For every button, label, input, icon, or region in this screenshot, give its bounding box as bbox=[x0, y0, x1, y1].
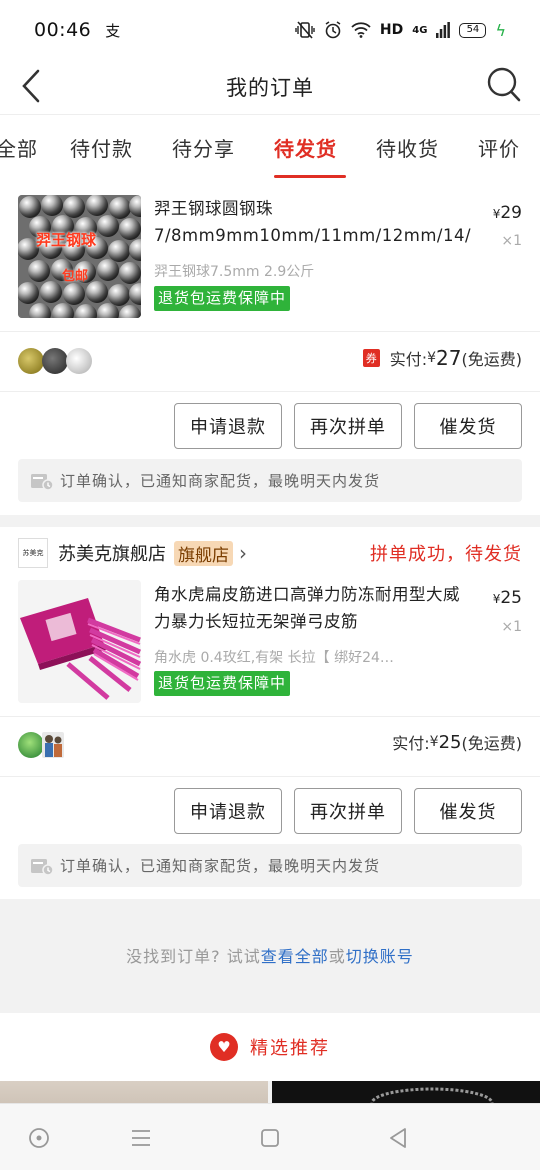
paid-symbol: ¥ bbox=[429, 734, 439, 750]
product-title[interactable]: 羿王钢球圆钢珠7/8mm9mm10mm/11mm/12mm/14/15/16mm… bbox=[154, 195, 472, 249]
avatar bbox=[18, 348, 44, 374]
urge-shipment-button[interactable]: 催发货 bbox=[414, 403, 522, 449]
image-overlay-text: 羿王钢球 bbox=[36, 231, 97, 249]
payment-summary: 券 实付: ¥ 27 (免运费) bbox=[362, 346, 523, 370]
no-order-tip: 没找到订单? 试试查看全部或切换账号 bbox=[0, 943, 540, 967]
home-icon[interactable] bbox=[258, 1126, 282, 1150]
urge-shipment-button[interactable]: 催发货 bbox=[414, 788, 522, 834]
tab-pending-receipt[interactable]: 待收货 bbox=[376, 133, 439, 162]
search-icon[interactable] bbox=[486, 64, 522, 104]
status-bar: 00:46 支 HD 4G 54 ϟ bbox=[0, 0, 540, 60]
tab-pending-shipment[interactable]: 待发货 bbox=[274, 133, 337, 162]
avatar bbox=[66, 348, 92, 374]
paid-label: 实付: bbox=[392, 734, 430, 753]
network-type: HD bbox=[379, 22, 404, 38]
alipay-indicator-icon: 支 bbox=[105, 21, 121, 40]
reorder-button[interactable]: 再次拼单 bbox=[294, 788, 402, 834]
notice-text: 订单确认，已通知商家配货，最晚明天内发货 bbox=[60, 472, 381, 490]
product-quantity: ×1 bbox=[501, 619, 522, 635]
order-tabs: 全部 待付款 待分享 待发货 待收货 评价 bbox=[0, 115, 540, 181]
recommend-item-image[interactable] bbox=[272, 1081, 540, 1103]
signal-type: 4G bbox=[412, 24, 428, 36]
status-time: 00:46 bbox=[34, 19, 92, 41]
order-notice: 订单确认，已通知商家配货，最晚明天内发货 bbox=[18, 459, 522, 502]
heart-icon: ♥ bbox=[210, 1033, 238, 1061]
steel-balls-image bbox=[18, 195, 141, 318]
nav-bar: 我的订单 bbox=[0, 60, 540, 115]
return-shipping-tag: 退货包运费保障中 bbox=[154, 671, 291, 696]
product-quantity: ×1 bbox=[501, 233, 522, 249]
tip-text: 或 bbox=[328, 947, 346, 966]
paid-amount: 27 bbox=[436, 346, 462, 370]
image-overlay-free-shipping: 包邮 bbox=[62, 269, 89, 284]
shop-header[interactable]: 苏美克 苏美克旗舰店 旗舰店 › 拼单成功，待发货 bbox=[0, 527, 540, 579]
order-list[interactable]: 羿王钢球 包邮 羿王钢球圆钢珠7/8mm9mm10mm/11mm/12mm/14… bbox=[0, 181, 540, 1103]
tab-all[interactable]: 全部 bbox=[0, 133, 38, 162]
back-triangle-icon[interactable] bbox=[386, 1126, 410, 1150]
tab-pending-payment[interactable]: 待付款 bbox=[70, 133, 133, 162]
shipping-note: (免运费) bbox=[461, 734, 523, 753]
tab-active-indicator bbox=[274, 175, 346, 178]
status-icons: HD 4G 54 ϟ bbox=[295, 21, 506, 40]
truck-icon bbox=[31, 473, 54, 491]
divider bbox=[0, 331, 540, 332]
flagship-badge: 旗舰店 bbox=[174, 540, 233, 566]
refund-button[interactable]: 申请退款 bbox=[174, 403, 282, 449]
shop-logo: 苏美克 bbox=[18, 538, 48, 568]
product-image[interactable] bbox=[18, 580, 141, 703]
assistant-icon[interactable] bbox=[27, 1126, 51, 1150]
product-image[interactable]: 羿王钢球 包邮 bbox=[18, 195, 141, 318]
divider bbox=[0, 391, 540, 392]
signal-icon bbox=[436, 22, 451, 38]
product-price: ¥29 bbox=[492, 203, 522, 223]
reorder-button[interactable]: 再次拼单 bbox=[294, 403, 402, 449]
paid-symbol: ¥ bbox=[427, 350, 437, 366]
product-spec: 角水虎 0.4玫红,有架 长拉【 绑好24… bbox=[154, 650, 394, 666]
back-arrow-icon[interactable] bbox=[18, 66, 48, 106]
payment-summary: 实付: ¥ 25 (免运费) bbox=[392, 730, 522, 754]
refund-button[interactable]: 申请退款 bbox=[174, 788, 282, 834]
switch-account-link[interactable]: 切换账号 bbox=[346, 947, 414, 966]
divider bbox=[0, 716, 540, 717]
rubber-band-image bbox=[18, 580, 141, 703]
notice-text: 订单确认，已通知商家配货，最晚明天内发货 bbox=[60, 857, 381, 875]
recommend-title: 精选推荐 bbox=[250, 1038, 330, 1059]
avatar bbox=[18, 732, 44, 758]
order-notice: 订单确认，已通知商家配货，最晚明天内发货 bbox=[18, 844, 522, 887]
page-title: 我的订单 bbox=[226, 76, 314, 100]
shop-name[interactable]: 苏美克旗舰店 bbox=[58, 540, 166, 566]
recommend-item-image[interactable] bbox=[0, 1081, 268, 1103]
menu-icon[interactable] bbox=[129, 1126, 153, 1150]
wifi-icon bbox=[351, 22, 371, 38]
order-card: 羿王钢球 包邮 羿王钢球圆钢珠7/8mm9mm10mm/11mm/12mm/14… bbox=[0, 181, 540, 515]
system-nav-bar bbox=[0, 1103, 540, 1170]
paid-amount: 25 bbox=[438, 731, 462, 753]
divider bbox=[0, 776, 540, 777]
return-shipping-tag: 退货包运费保障中 bbox=[154, 286, 291, 311]
shipping-note: (免运费) bbox=[461, 350, 523, 369]
tab-pending-share[interactable]: 待分享 bbox=[172, 133, 235, 162]
tab-review[interactable]: 评价 bbox=[478, 133, 520, 162]
alarm-icon bbox=[325, 21, 341, 39]
battery-icon: 54 bbox=[459, 22, 487, 38]
vibrate-icon bbox=[295, 21, 315, 39]
group-avatars bbox=[18, 348, 92, 374]
coupon-icon: 券 bbox=[362, 349, 380, 367]
paid-label: 实付: bbox=[389, 350, 428, 369]
product-price: ¥25 bbox=[492, 588, 522, 608]
avatar bbox=[42, 732, 64, 758]
tip-text: 没找到订单? 试试 bbox=[126, 947, 261, 966]
charging-icon: ϟ bbox=[495, 20, 506, 40]
recommend-header: ♥ 精选推荐 bbox=[0, 1013, 540, 1081]
truck-icon bbox=[31, 858, 54, 876]
view-all-link[interactable]: 查看全部 bbox=[261, 947, 329, 966]
chevron-right-icon[interactable]: › bbox=[239, 541, 247, 565]
product-title[interactable]: 角水虎扁皮筋进口高弹力防冻耐用型大威力暴力长短拉无架弹弓皮筋 bbox=[154, 581, 472, 635]
order-card: 苏美克 苏美克旗舰店 旗舰店 › 拼单成功，待发货 角水虎扁皮筋进口高弹力防冻耐… bbox=[0, 527, 540, 899]
product-spec: 羿王钢球7.5mm 2.9公斤 bbox=[154, 264, 315, 280]
group-avatars bbox=[18, 732, 64, 758]
avatar bbox=[42, 348, 68, 374]
order-status: 拼单成功，待发货 bbox=[370, 544, 522, 565]
